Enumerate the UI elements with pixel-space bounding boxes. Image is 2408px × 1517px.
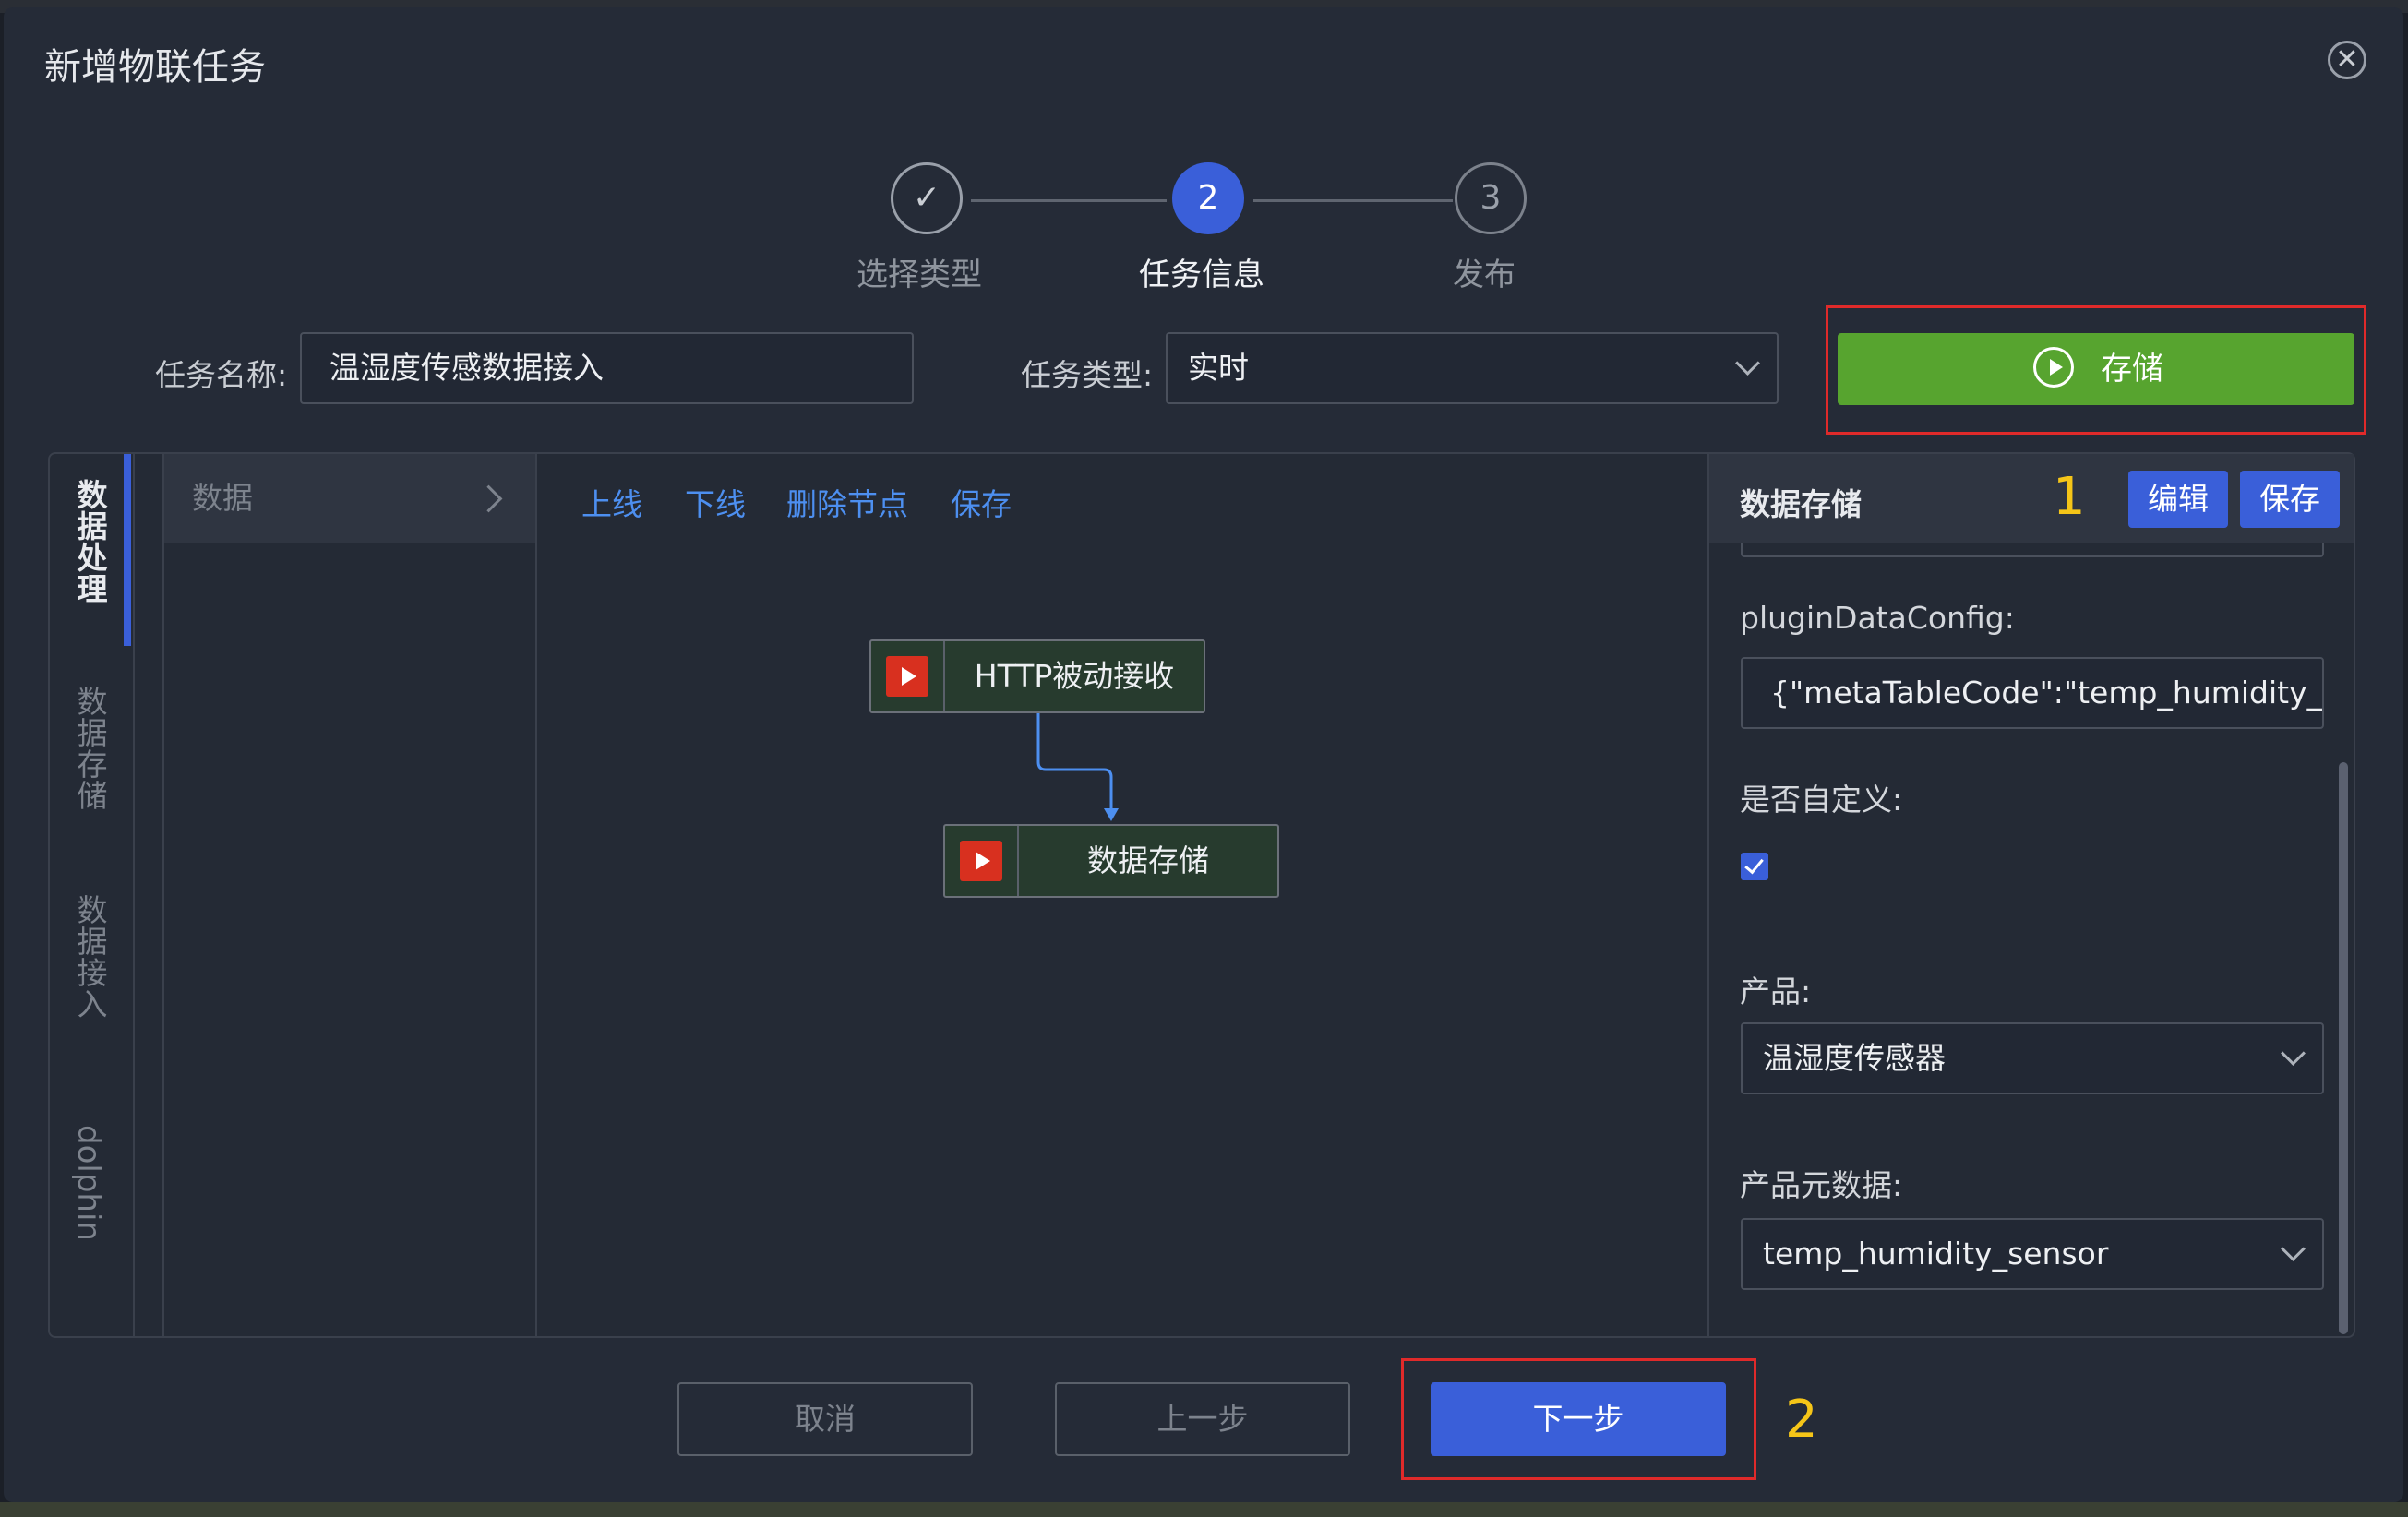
annotation-marker-1: 1 <box>2053 467 2086 527</box>
custom-checkbox[interactable] <box>1741 853 1768 880</box>
cancel-button[interactable]: 取消 <box>677 1382 973 1456</box>
edit-button[interactable]: 编辑 <box>2128 471 2228 528</box>
flow-node-http[interactable]: HTTP被动接收 <box>869 639 1205 713</box>
highlight-box-next <box>1401 1358 1756 1480</box>
config-save-button[interactable]: 保存 <box>2240 471 2340 528</box>
meta-select[interactable]: temp_humidity_sensor <box>1741 1218 2324 1290</box>
play-icon <box>886 656 928 697</box>
product-value: 温湿度传感器 <box>1763 1040 1946 1076</box>
meta-label: 产品元数据: <box>1740 1167 1903 1203</box>
chevron-down-icon <box>2281 1041 2306 1066</box>
scrolled-field-edge <box>1741 543 2324 557</box>
meta-value: temp_humidity_sensor <box>1763 1236 2109 1272</box>
flow-node-http-label: HTTP被动接收 <box>974 658 1175 694</box>
config-title: 数据存储 <box>1740 486 1862 522</box>
product-select[interactable]: 温湿度传感器 <box>1741 1022 2324 1094</box>
prev-button[interactable]: 上一步 <box>1055 1382 1350 1456</box>
annotation-marker-2: 2 <box>1785 1390 1818 1450</box>
plugin-config-label: pluginDataConfig: <box>1740 600 2015 636</box>
flow-node-storage-label: 数据存储 <box>1087 842 1209 878</box>
flow-node-storage[interactable]: 数据存储 <box>943 824 1279 898</box>
config-scrollbar[interactable] <box>2339 762 2348 1334</box>
play-icon <box>960 841 1002 881</box>
plugin-config-input[interactable]: {"metaTableCode":"temp_humidity_se <box>1741 657 2324 729</box>
product-label: 产品: <box>1740 974 1812 1009</box>
chevron-down-icon <box>2281 1236 2306 1261</box>
custom-label: 是否自定义: <box>1740 782 1903 818</box>
